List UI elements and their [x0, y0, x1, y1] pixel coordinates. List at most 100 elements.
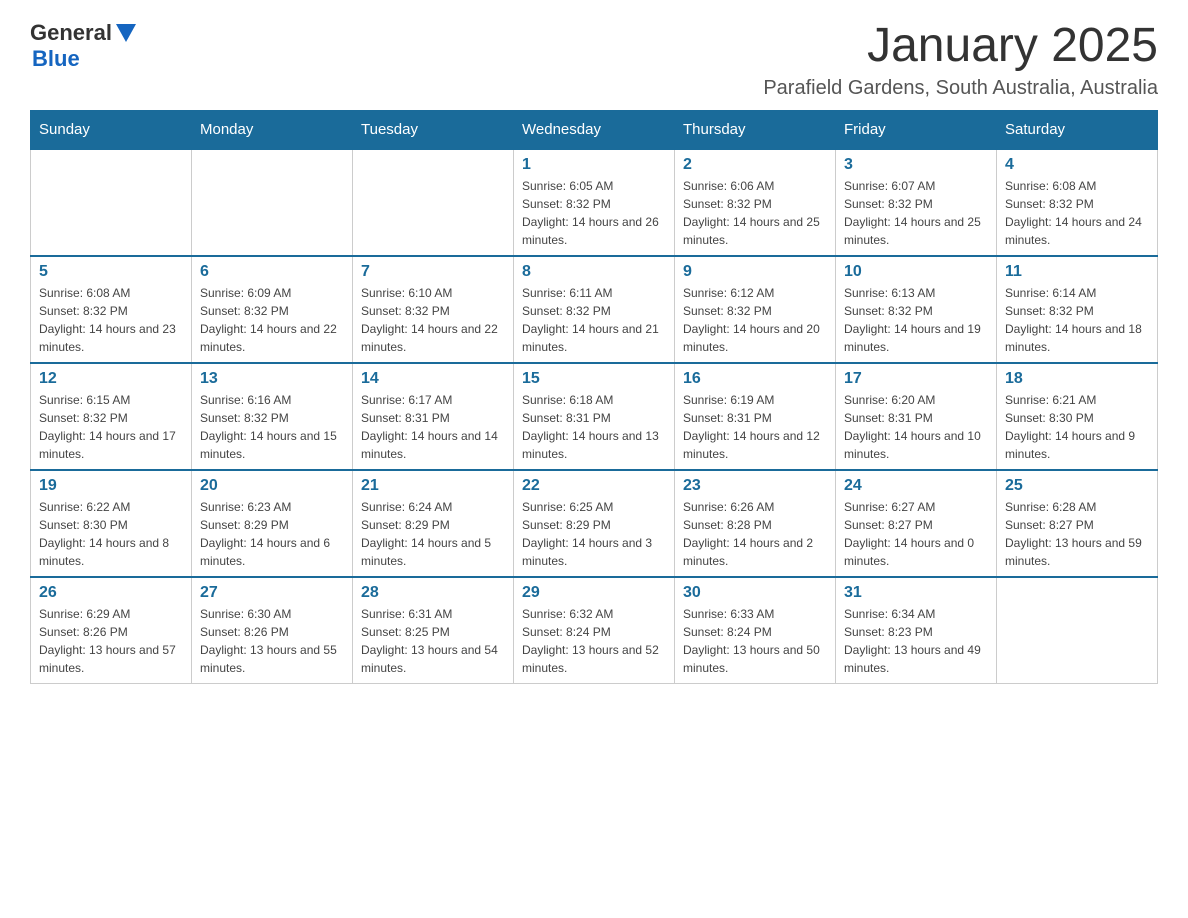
day-number: 21: [361, 477, 505, 495]
calendar-cell: [31, 149, 192, 256]
day-info: Sunrise: 6:08 AM Sunset: 8:32 PM Dayligh…: [1005, 177, 1149, 249]
day-info: Sunrise: 6:24 AM Sunset: 8:29 PM Dayligh…: [361, 498, 505, 570]
day-number: 19: [39, 477, 183, 495]
day-info: Sunrise: 6:09 AM Sunset: 8:32 PM Dayligh…: [200, 284, 344, 356]
calendar-cell: [353, 149, 514, 256]
day-info: Sunrise: 6:18 AM Sunset: 8:31 PM Dayligh…: [522, 391, 666, 463]
day-info: Sunrise: 6:12 AM Sunset: 8:32 PM Dayligh…: [683, 284, 827, 356]
day-info: Sunrise: 6:22 AM Sunset: 8:30 PM Dayligh…: [39, 498, 183, 570]
day-info: Sunrise: 6:08 AM Sunset: 8:32 PM Dayligh…: [39, 284, 183, 356]
calendar-cell: 29 Sunrise: 6:32 AM Sunset: 8:24 PM Dayli…: [514, 577, 675, 684]
day-info: Sunrise: 6:06 AM Sunset: 8:32 PM Dayligh…: [683, 177, 827, 249]
calendar-cell: 18 Sunrise: 6:21 AM Sunset: 8:30 PM Dayli…: [997, 363, 1158, 470]
day-number: 4: [1005, 156, 1149, 174]
day-number: 11: [1005, 263, 1149, 281]
calendar-cell: 22 Sunrise: 6:25 AM Sunset: 8:29 PM Dayli…: [514, 470, 675, 577]
calendar-cell: 15 Sunrise: 6:18 AM Sunset: 8:31 PM Dayli…: [514, 363, 675, 470]
day-number: 3: [844, 156, 988, 174]
day-number: 12: [39, 370, 183, 388]
day-number: 30: [683, 584, 827, 602]
calendar-cell: 14Sunrise: 6:17 AM Sunset: 8:31 PM Dayli…: [353, 363, 514, 470]
day-header-wednesday: Wednesday: [514, 110, 675, 149]
calendar-cell: [192, 149, 353, 256]
day-info: Sunrise: 6:23 AM Sunset: 8:29 PM Dayligh…: [200, 498, 344, 570]
calendar-cell: 28Sunrise: 6:31 AM Sunset: 8:25 PM Dayli…: [353, 577, 514, 684]
day-info: Sunrise: 6:29 AM Sunset: 8:26 PM Dayligh…: [39, 605, 183, 677]
day-number: 15: [522, 370, 666, 388]
calendar-cell: 30Sunrise: 6:33 AM Sunset: 8:24 PM Dayli…: [675, 577, 836, 684]
week-row-4: 19 Sunrise: 6:22 AM Sunset: 8:30 PM Dayli…: [31, 470, 1158, 577]
calendar-cell: 23 Sunrise: 6:26 AM Sunset: 8:28 PM Dayli…: [675, 470, 836, 577]
day-number: 29: [522, 584, 666, 602]
calendar-cell: 4 Sunrise: 6:08 AM Sunset: 8:32 PM Daylig…: [997, 149, 1158, 256]
calendar-cell: 27 Sunrise: 6:30 AM Sunset: 8:26 PM Dayli…: [192, 577, 353, 684]
calendar-cell: 31Sunrise: 6:34 AM Sunset: 8:23 PM Dayli…: [836, 577, 997, 684]
logo-triangle-icon: [116, 24, 136, 42]
day-number: 9: [683, 263, 827, 281]
day-info: Sunrise: 6:11 AM Sunset: 8:32 PM Dayligh…: [522, 284, 666, 356]
month-title: January 2025: [763, 20, 1158, 73]
day-info: Sunrise: 6:05 AM Sunset: 8:32 PM Dayligh…: [522, 177, 666, 249]
day-info: Sunrise: 6:30 AM Sunset: 8:26 PM Dayligh…: [200, 605, 344, 677]
calendar-cell: 11 Sunrise: 6:14 AM Sunset: 8:32 PM Dayli…: [997, 256, 1158, 363]
logo-general-text: General: [30, 20, 112, 46]
week-row-3: 12 Sunrise: 6:15 AM Sunset: 8:32 PM Dayli…: [31, 363, 1158, 470]
calendar-cell: [997, 577, 1158, 684]
day-info: Sunrise: 6:16 AM Sunset: 8:32 PM Dayligh…: [200, 391, 344, 463]
day-number: 18: [1005, 370, 1149, 388]
calendar-cell: 17 Sunrise: 6:20 AM Sunset: 8:31 PM Dayli…: [836, 363, 997, 470]
calendar-cell: 6 Sunrise: 6:09 AM Sunset: 8:32 PM Daylig…: [192, 256, 353, 363]
day-number: 7: [361, 263, 505, 281]
logo-blue-text: Blue: [32, 46, 80, 72]
day-number: 23: [683, 477, 827, 495]
day-info: Sunrise: 6:17 AM Sunset: 8:31 PM Dayligh…: [361, 391, 505, 463]
day-number: 5: [39, 263, 183, 281]
day-number: 16: [683, 370, 827, 388]
day-number: 17: [844, 370, 988, 388]
calendar-cell: 24 Sunrise: 6:27 AM Sunset: 8:27 PM Dayli…: [836, 470, 997, 577]
day-info: Sunrise: 6:28 AM Sunset: 8:27 PM Dayligh…: [1005, 498, 1149, 570]
day-number: 1: [522, 156, 666, 174]
day-number: 24: [844, 477, 988, 495]
calendar-cell: 26Sunrise: 6:29 AM Sunset: 8:26 PM Dayli…: [31, 577, 192, 684]
calendar-cell: 19 Sunrise: 6:22 AM Sunset: 8:30 PM Dayli…: [31, 470, 192, 577]
day-number: 10: [844, 263, 988, 281]
day-number: 27: [200, 584, 344, 602]
title-area: January 2025 Parafield Gardens, South Au…: [763, 20, 1158, 100]
day-number: 22: [522, 477, 666, 495]
header: General Blue January 2025 Parafield Gard…: [30, 20, 1158, 100]
day-info: Sunrise: 6:32 AM Sunset: 8:24 PM Dayligh…: [522, 605, 666, 677]
logo: General Blue: [30, 20, 136, 72]
week-row-1: 1 Sunrise: 6:05 AM Sunset: 8:32 PM Daylig…: [31, 149, 1158, 256]
day-header-friday: Friday: [836, 110, 997, 149]
day-info: Sunrise: 6:25 AM Sunset: 8:29 PM Dayligh…: [522, 498, 666, 570]
day-info: Sunrise: 6:14 AM Sunset: 8:32 PM Dayligh…: [1005, 284, 1149, 356]
calendar-cell: 7 Sunrise: 6:10 AM Sunset: 8:32 PM Daylig…: [353, 256, 514, 363]
calendar-cell: 20Sunrise: 6:23 AM Sunset: 8:29 PM Dayli…: [192, 470, 353, 577]
calendar-cell: 2 Sunrise: 6:06 AM Sunset: 8:32 PM Daylig…: [675, 149, 836, 256]
day-number: 2: [683, 156, 827, 174]
week-row-2: 5 Sunrise: 6:08 AM Sunset: 8:32 PM Daylig…: [31, 256, 1158, 363]
day-info: Sunrise: 6:15 AM Sunset: 8:32 PM Dayligh…: [39, 391, 183, 463]
days-header-row: SundayMondayTuesdayWednesdayThursdayFrid…: [31, 110, 1158, 149]
calendar-table: SundayMondayTuesdayWednesdayThursdayFrid…: [30, 110, 1158, 684]
day-number: 28: [361, 584, 505, 602]
calendar-cell: 21 Sunrise: 6:24 AM Sunset: 8:29 PM Dayli…: [353, 470, 514, 577]
day-info: Sunrise: 6:20 AM Sunset: 8:31 PM Dayligh…: [844, 391, 988, 463]
calendar-cell: 8 Sunrise: 6:11 AM Sunset: 8:32 PM Daylig…: [514, 256, 675, 363]
day-number: 8: [522, 263, 666, 281]
day-info: Sunrise: 6:27 AM Sunset: 8:27 PM Dayligh…: [844, 498, 988, 570]
week-row-5: 26Sunrise: 6:29 AM Sunset: 8:26 PM Dayli…: [31, 577, 1158, 684]
day-info: Sunrise: 6:21 AM Sunset: 8:30 PM Dayligh…: [1005, 391, 1149, 463]
calendar-cell: 13 Sunrise: 6:16 AM Sunset: 8:32 PM Dayli…: [192, 363, 353, 470]
day-number: 6: [200, 263, 344, 281]
day-info: Sunrise: 6:10 AM Sunset: 8:32 PM Dayligh…: [361, 284, 505, 356]
calendar-cell: 12 Sunrise: 6:15 AM Sunset: 8:32 PM Dayli…: [31, 363, 192, 470]
calendar-cell: 10Sunrise: 6:13 AM Sunset: 8:32 PM Dayli…: [836, 256, 997, 363]
day-number: 13: [200, 370, 344, 388]
location-title: Parafield Gardens, South Australia, Aust…: [763, 77, 1158, 100]
calendar-cell: 16Sunrise: 6:19 AM Sunset: 8:31 PM Dayli…: [675, 363, 836, 470]
day-header-sunday: Sunday: [31, 110, 192, 149]
day-header-thursday: Thursday: [675, 110, 836, 149]
day-info: Sunrise: 6:26 AM Sunset: 8:28 PM Dayligh…: [683, 498, 827, 570]
